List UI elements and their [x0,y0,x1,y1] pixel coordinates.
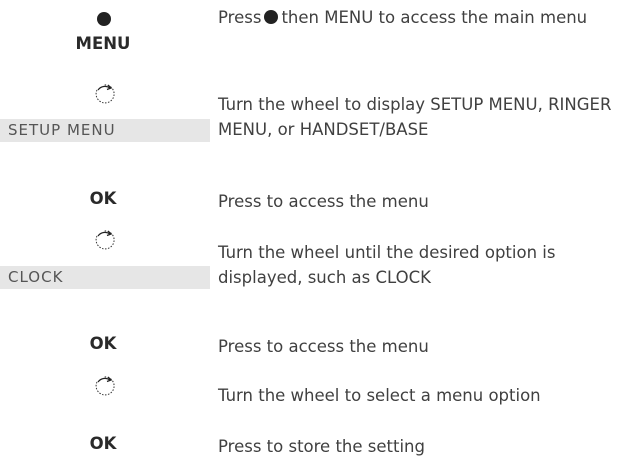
display-clock: CLOCK [0,266,210,289]
center-button-icon [97,12,111,26]
step-2-instruction: Turn the wheel to display SETUP MENU, RI… [218,95,612,139]
menu-key-label: MENU [75,34,131,53]
wheel-turn-icon [95,84,115,104]
wheel-turn-icon [95,230,115,250]
ok-key-label: OK [89,334,117,353]
ok-key-label: OK [89,434,117,453]
step-4-instruction: Turn the wheel until the desired option … [218,243,556,287]
wheel-turn-icon [95,376,115,396]
step-3-instruction: Press to access the menu [218,192,429,211]
display-setup-menu: SETUP MENU [0,119,210,142]
center-button-inline-icon [264,10,279,24]
step-1-instruction: Press then MENU to access the main menu [218,5,628,30]
step-6-instruction: Turn the wheel to select a menu option [218,386,541,405]
step-1-instruction-after: then MENU to access the main menu [281,8,588,27]
step-5-instruction: Press to access the menu [218,337,429,356]
step-7-instruction: Press to store the setting [218,437,425,456]
ok-key-label: OK [89,189,117,208]
step-1-instruction-before: Press [218,8,262,27]
